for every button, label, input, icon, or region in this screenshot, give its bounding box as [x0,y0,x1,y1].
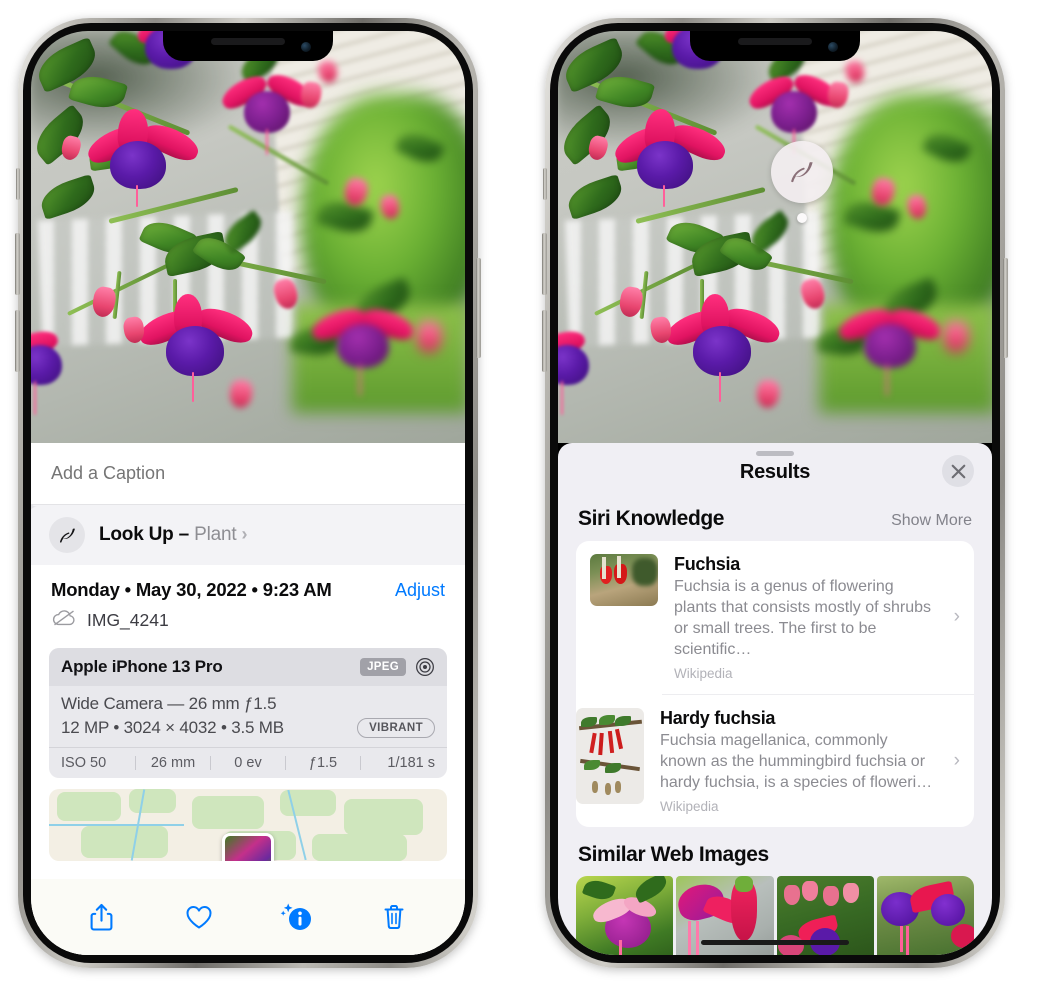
power-button[interactable] [1003,258,1008,358]
location-map[interactable] [49,789,447,861]
sheet-title: Results [739,460,811,483]
exif-aperture: ƒ1.5 [308,755,338,771]
exif-row: ISO 50 26 mm 0 ev ƒ1.5 1/181 s [49,747,447,778]
volume-down-button[interactable] [542,310,547,372]
exif-iso: ISO 50 [61,755,107,771]
volume-up-button[interactable] [542,233,547,295]
look-up-label: Look Up – Plant › [99,524,247,546]
aperture-icon [415,657,435,677]
photo-info-panel: ✦ Look Up – Plant› Monday • May 30, 2022… [31,443,465,955]
knowledge-text: Fuchsia Fuchsia is a genus of flowering … [662,554,962,681]
look-up-label-main: Look Up – [99,524,195,545]
photographic-style-badge: VIBRANT [357,718,435,738]
thumbnail-slot [576,707,648,804]
favorite-button[interactable] [177,895,221,939]
fuchsia-photo [31,31,465,443]
home-indicator[interactable] [701,940,849,945]
power-button[interactable] [476,258,481,358]
photo-toolbar [31,879,465,955]
device-screen-right: Results Siri Knowledge Show More Fuchsia… [558,31,992,955]
earpiece-speaker [738,38,812,45]
knowledge-description: Fuchsia is a genus of flowering plants t… [674,578,931,658]
leaf-icon [771,141,833,203]
camera-header: Apple iPhone 13 Pro JPEG [49,648,447,686]
web-image-4[interactable] [876,875,974,955]
exif-focal-length: 26 mm [150,755,196,771]
mute-switch[interactable] [16,168,20,200]
show-more-button[interactable]: Show More [891,512,972,530]
exif-shutter-speed: 1/181 s [387,755,435,771]
camera-specs: 12 MP • 3024 × 4032 • 3.5 MB [61,718,284,737]
exif-exposure-bias: 0 ev [234,755,262,771]
knowledge-description: Fuchsia magellanica, commonly known as t… [660,731,933,791]
similar-web-images-header: Similar Web Images [558,827,992,876]
chevron-right-icon: › [953,606,960,628]
leaf-icon [49,517,85,553]
chevron-right-icon: › [241,524,248,544]
icloud-slash-icon [51,608,77,632]
sheet-header: Results [558,443,992,501]
close-icon[interactable] [942,455,974,487]
mute-switch[interactable] [543,168,547,200]
iphone-device-left: ✦ Look Up – Plant› Monday • May 30, 2022… [15,18,481,968]
earpiece-speaker [211,38,285,45]
visual-lookup-marker[interactable] [771,141,833,223]
knowledge-text: Hardy fuchsia Fuchsia magellanica, commo… [648,708,962,814]
notch [163,31,333,61]
front-camera-icon [828,42,838,52]
trash-button[interactable] [372,895,416,939]
sparkle-icon: ✦ [31,498,38,518]
section-title: Siri Knowledge [578,507,725,530]
thumbnail-slot [590,554,662,606]
photo-filename: IMG_4241 [87,609,169,630]
knowledge-source: Wikipedia [674,665,733,681]
camera-device-name: Apple iPhone 13 Pro [61,657,223,676]
caption-input[interactable] [51,463,445,484]
knowledge-thumbnail-fuchsia [590,554,658,606]
caption-row[interactable] [31,443,465,505]
camera-body: Wide Camera — 26 mm ƒ1.5 12 MP • 3024 × … [49,686,447,747]
volume-up-button[interactable] [15,233,20,295]
screenshot-root: ✦ Look Up – Plant› Monday • May 30, 2022… [0,0,1055,985]
format-badge: JPEG [360,658,406,676]
notch [690,31,860,61]
adjust-button[interactable]: Adjust [395,580,445,601]
fuchsia-photo [558,31,992,443]
look-up-subject: Plant [194,524,237,545]
knowledge-row[interactable]: Fuchsia Fuchsia is a genus of flowering … [576,541,974,694]
camera-info-card: Apple iPhone 13 Pro JPEG Wide Camera — 2… [49,648,447,778]
marker-anchor-dot [797,213,807,223]
photo-viewer[interactable] [31,31,465,443]
chevron-right-icon: › [953,749,960,771]
siri-knowledge-card: Fuchsia Fuchsia is a genus of flowering … [576,541,974,827]
knowledge-title: Fuchsia [674,554,740,574]
front-camera-icon [301,42,311,52]
volume-down-button[interactable] [15,310,20,372]
siri-knowledge-header: Siri Knowledge Show More [558,501,992,541]
map-photo-pin [222,833,274,861]
knowledge-row[interactable]: Hardy fuchsia Fuchsia magellanica, commo… [576,693,974,827]
photo-viewer[interactable] [558,31,992,443]
results-sheet: Results Siri Knowledge Show More Fuchsia… [558,443,992,955]
iphone-device-right: Results Siri Knowledge Show More Fuchsia… [542,18,1008,968]
photo-metadata: Monday • May 30, 2022 • 9:23 AM Adjust I… [31,565,465,640]
web-image-1[interactable] [576,875,674,955]
knowledge-title: Hardy fuchsia [660,707,776,728]
look-up-row[interactable]: ✦ Look Up – Plant› [31,498,465,565]
device-screen-left: ✦ Look Up – Plant› Monday • May 30, 2022… [31,31,465,955]
share-button[interactable] [80,895,124,939]
camera-lens: Wide Camera — 26 mm ƒ1.5 [61,694,277,713]
knowledge-source: Wikipedia [660,798,719,814]
info-sparkle-button[interactable] [275,895,319,939]
photo-date: Monday • May 30, 2022 • 9:23 AM [51,579,332,600]
section-title: Similar Web Images [578,842,769,866]
knowledge-thumbnail-hardy-fuchsia [576,707,644,804]
